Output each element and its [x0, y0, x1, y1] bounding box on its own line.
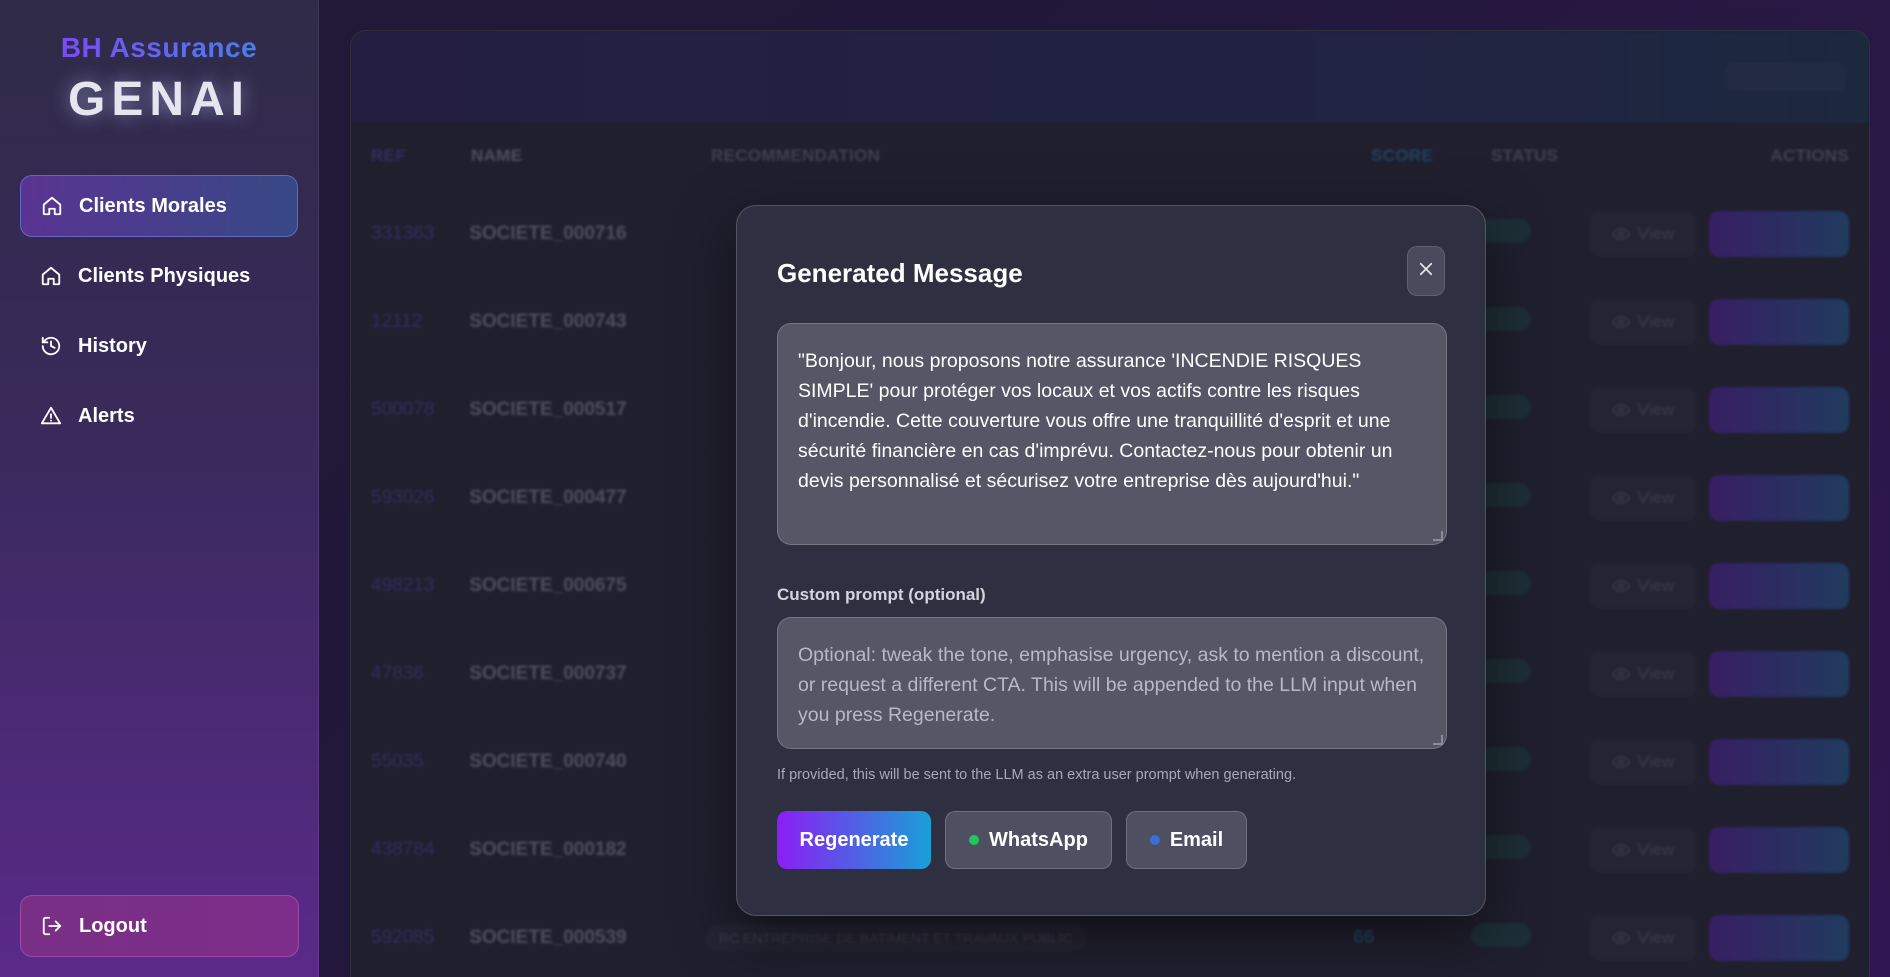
- generated-message-text: "Bonjour, nous proposons notre assurance…: [798, 350, 1393, 492]
- sidebar-item-label: History: [78, 334, 147, 357]
- sidebar-item-label: Clients Morales: [79, 194, 227, 217]
- sidebar-item-clients-physiques[interactable]: Clients Physiques: [20, 245, 298, 307]
- resize-grip-icon[interactable]: [1433, 735, 1443, 745]
- sidebar-item-alerts[interactable]: Alerts: [20, 385, 298, 447]
- brand-logo: BH Assurance GENAI: [0, 0, 318, 127]
- sidebar-item-clients-morales[interactable]: Clients Morales: [20, 175, 298, 237]
- brand-company: BH Assurance: [0, 32, 318, 64]
- sidebar-item-label: Clients Physiques: [78, 264, 251, 287]
- whatsapp-button[interactable]: WhatsApp: [945, 811, 1112, 869]
- alert-triangle-icon: [40, 405, 62, 427]
- regenerate-button[interactable]: Regenerate: [777, 811, 931, 869]
- email-dot-icon: [1149, 835, 1160, 845]
- sidebar-item-history[interactable]: History: [20, 315, 298, 377]
- brand-product: GENAI: [67, 73, 250, 126]
- modal-title: Generated Message: [777, 258, 1023, 288]
- close-icon: [1417, 260, 1435, 283]
- sidebar-nav: Clients Morales Clients Physiques Histor…: [0, 175, 318, 447]
- home-icon: [40, 265, 62, 287]
- custom-prompt-placeholder: Optional: tweak the tone, emphasise urge…: [798, 644, 1425, 726]
- generated-message-textarea[interactable]: "Bonjour, nous proposons notre assurance…: [777, 323, 1447, 545]
- generated-message-modal: Generated Message "Bonjour, nous proposo…: [736, 205, 1486, 916]
- whatsapp-label: WhatsApp: [989, 828, 1088, 851]
- modal-actions: Regenerate WhatsApp Email: [777, 811, 1445, 869]
- custom-prompt-hint: If provided, this will be sent to the LL…: [777, 767, 1297, 783]
- logout-icon: [41, 915, 63, 937]
- close-button[interactable]: [1407, 246, 1445, 296]
- email-label: Email: [1169, 828, 1224, 851]
- sidebar: BH Assurance GENAI Clients Morales Clien…: [0, 0, 319, 977]
- resize-grip-icon[interactable]: [1433, 531, 1443, 541]
- logout-button[interactable]: Logout: [20, 895, 299, 957]
- email-button[interactable]: Email: [1126, 811, 1247, 869]
- logout-label: Logout: [79, 914, 147, 937]
- regenerate-label: Regenerate: [799, 828, 909, 851]
- history-icon: [40, 335, 62, 357]
- custom-prompt-label: Custom prompt (optional): [777, 585, 986, 604]
- custom-prompt-input[interactable]: Optional: tweak the tone, emphasise urge…: [777, 617, 1447, 749]
- home-icon: [41, 195, 63, 217]
- whatsapp-dot-icon: [969, 835, 980, 845]
- sidebar-item-label: Alerts: [78, 404, 135, 427]
